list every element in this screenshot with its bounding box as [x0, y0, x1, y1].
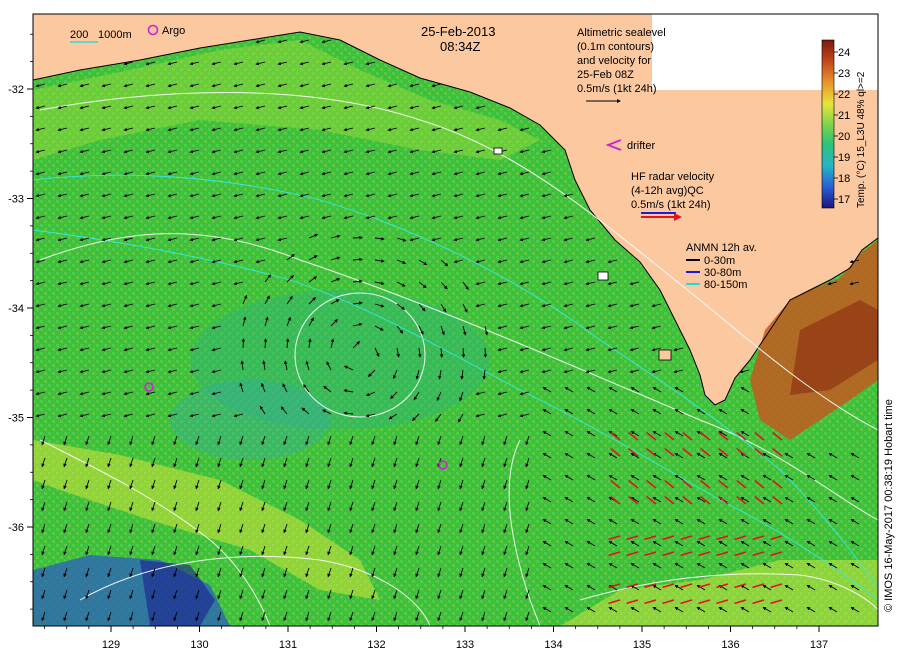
hf-radar-legend: HF radar velocity (4-12h avg)QC 0.5m/s (… — [631, 171, 715, 211]
velocity-arrow — [241, 338, 246, 349]
argo-label: Argo — [162, 25, 185, 37]
colorbar-tick-label: 17 — [838, 194, 850, 206]
colorbar-tick-label: 21 — [838, 110, 850, 122]
anmn-title: ANMN 12h av. — [686, 242, 757, 254]
x-tick-label: 129 — [102, 639, 120, 651]
temperature-colorbar — [821, 39, 835, 209]
sst-map: 200 1000m Argo 25-Feb-2013 08:34Z Altime… — [8, 13, 895, 651]
island — [658, 349, 672, 361]
y-tick-label: -35 — [8, 413, 24, 425]
x-tick-label: 134 — [544, 639, 562, 651]
colorbar-tick-label: 18 — [838, 173, 850, 185]
x-tick-label: 135 — [633, 639, 651, 651]
x-tick-label: 130 — [190, 639, 208, 651]
x-tick-label: 133 — [456, 639, 474, 651]
altimetry-line: Altimetric sealevel — [577, 27, 666, 39]
anmn-band-label: 30-80m — [704, 267, 741, 279]
colorbar-label: Temp. (°C) 15_L3U 48% ql>=2 — [856, 71, 867, 208]
hf-radar-line: HF radar velocity — [631, 171, 715, 183]
cool-patch — [170, 380, 330, 460]
colorbar-tick-label: 19 — [838, 152, 850, 164]
colorbar-tick-label: 23 — [838, 68, 850, 80]
island — [493, 147, 503, 155]
x-tick-label: 136 — [721, 639, 739, 651]
latitude-axis: -32 -33 -34 -35 -36 — [8, 33, 33, 610]
scale-depth-long: 1000m — [98, 29, 132, 41]
hf-radar-line: 0.5m/s (1kt 24h) — [631, 199, 710, 211]
velocity-arrow — [483, 347, 488, 358]
colorbar-tick-label: 24 — [838, 47, 850, 59]
x-tick-label: 131 — [279, 639, 297, 651]
colorbar-tick-label: 22 — [838, 89, 850, 101]
y-tick-label: -32 — [8, 84, 24, 96]
drifter-label: drifter — [627, 140, 655, 152]
x-tick-label: 132 — [367, 639, 385, 651]
credit-text: © IMOS 16-May-2017 00:38:19 Hobart time — [883, 399, 895, 612]
altimetry-line: 25-Feb 08Z — [577, 69, 634, 81]
altimetry-line: 0.5m/s (1kt 24h) — [577, 83, 656, 95]
hf-radar-line: (4-12h avg)QC — [631, 185, 704, 197]
anmn-band-label: 80-150m — [704, 279, 747, 291]
velocity-arrow — [352, 235, 363, 240]
colorbar-tick-label: 20 — [838, 131, 850, 143]
y-tick-label: -36 — [8, 522, 24, 534]
altimetry-line: and velocity for — [577, 55, 651, 67]
altimetry-line: (0.1m contours) — [577, 41, 654, 53]
y-tick-label: -33 — [8, 194, 24, 206]
island — [597, 271, 609, 281]
scale-depth-short: 200 — [70, 29, 88, 41]
y-tick-label: -34 — [8, 303, 24, 315]
velocity-arrow — [461, 347, 466, 358]
anmn-band-label: 0-30m — [704, 255, 735, 267]
x-tick-label: 137 — [810, 639, 828, 651]
map-date: 25-Feb-2013 — [421, 24, 495, 39]
longitude-axis: 129 130 131 132 133 134 135 136 137 — [44, 626, 828, 651]
map-time: 08:34Z — [440, 39, 481, 54]
